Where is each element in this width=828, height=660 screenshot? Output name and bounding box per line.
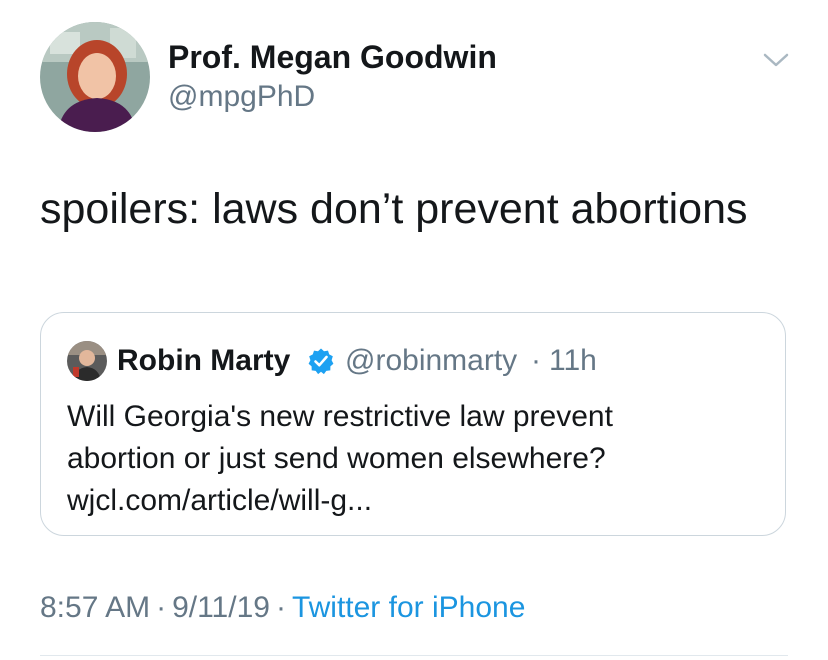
avatar-photo-image <box>40 22 150 132</box>
chevron-down-icon[interactable] <box>762 48 790 72</box>
meta-separator: · <box>275 591 286 624</box>
tweet-source-link[interactable]: Twitter for iPhone <box>292 591 525 624</box>
divider <box>40 655 788 656</box>
quoted-handle[interactable]: @robinmarty <box>345 343 517 379</box>
quoted-separator: · <box>531 344 541 377</box>
tweet-card: Prof. Megan Goodwin @mpgPhD spoilers: la… <box>0 0 828 660</box>
quoted-link[interactable]: wjcl.com/article/will-g... <box>67 483 372 519</box>
tweet-meta: 8:57 AM · 9/11/19 · Twitter for iPhone <box>40 590 525 626</box>
quoted-tweet[interactable]: Robin Marty @robinmarty · 11h Will Georg… <box>40 312 786 536</box>
quoted-display-name[interactable]: Robin Marty <box>117 343 290 379</box>
quoted-text-line: abortion or just send women elsewhere? <box>67 442 606 475</box>
quoted-author-avatar[interactable] <box>67 341 107 381</box>
tweet-text: spoilers: laws don’t prevent abortions <box>40 185 748 233</box>
quoted-timestamp[interactable]: 11h <box>549 343 597 379</box>
quoted-avatar-photo-image <box>67 341 107 381</box>
author-avatar[interactable] <box>40 22 150 132</box>
tweet-date[interactable]: 9/11/19 <box>172 591 270 624</box>
author-display-name[interactable]: Prof. Megan Goodwin <box>168 38 497 76</box>
author-handle[interactable]: @mpgPhD <box>168 80 315 114</box>
verified-badge-icon <box>307 347 335 375</box>
tweet-time[interactable]: 8:57 AM <box>40 591 150 624</box>
meta-separator: · <box>156 591 167 624</box>
quoted-text-line: Will Georgia's new restrictive law preve… <box>67 400 613 433</box>
